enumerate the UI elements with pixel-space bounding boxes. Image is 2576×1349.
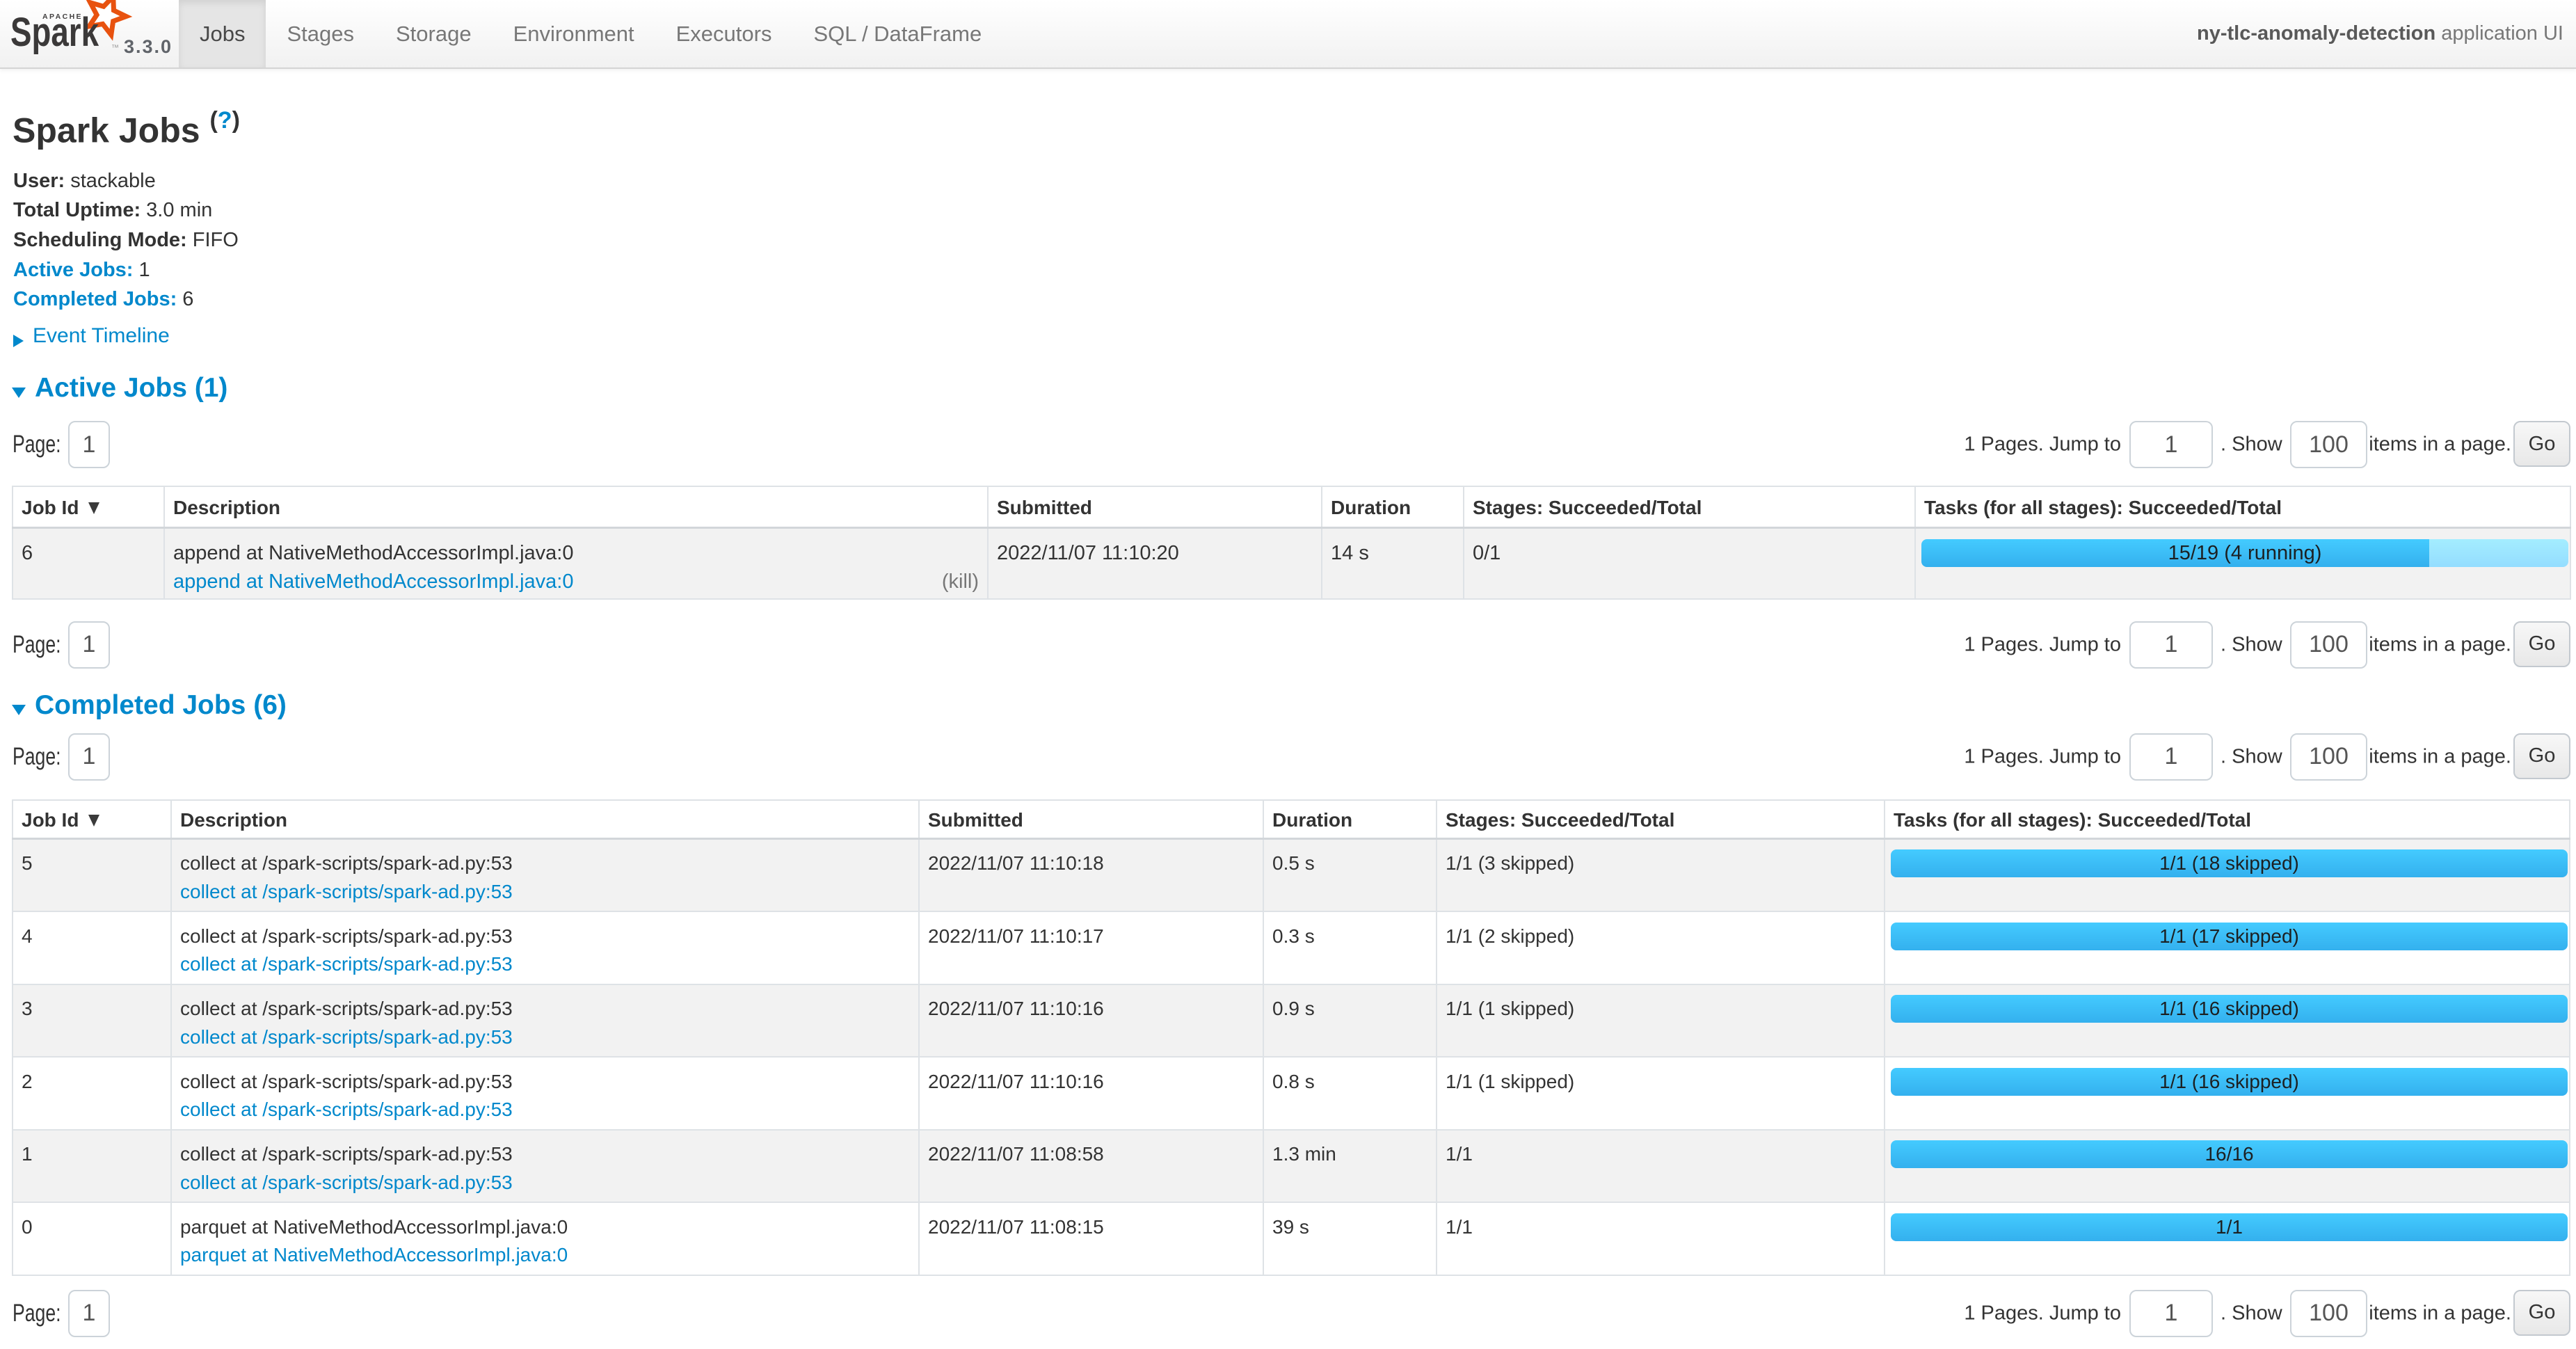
svg-text:Spark: Spark: [10, 10, 99, 55]
svg-text:™: ™: [111, 44, 119, 52]
